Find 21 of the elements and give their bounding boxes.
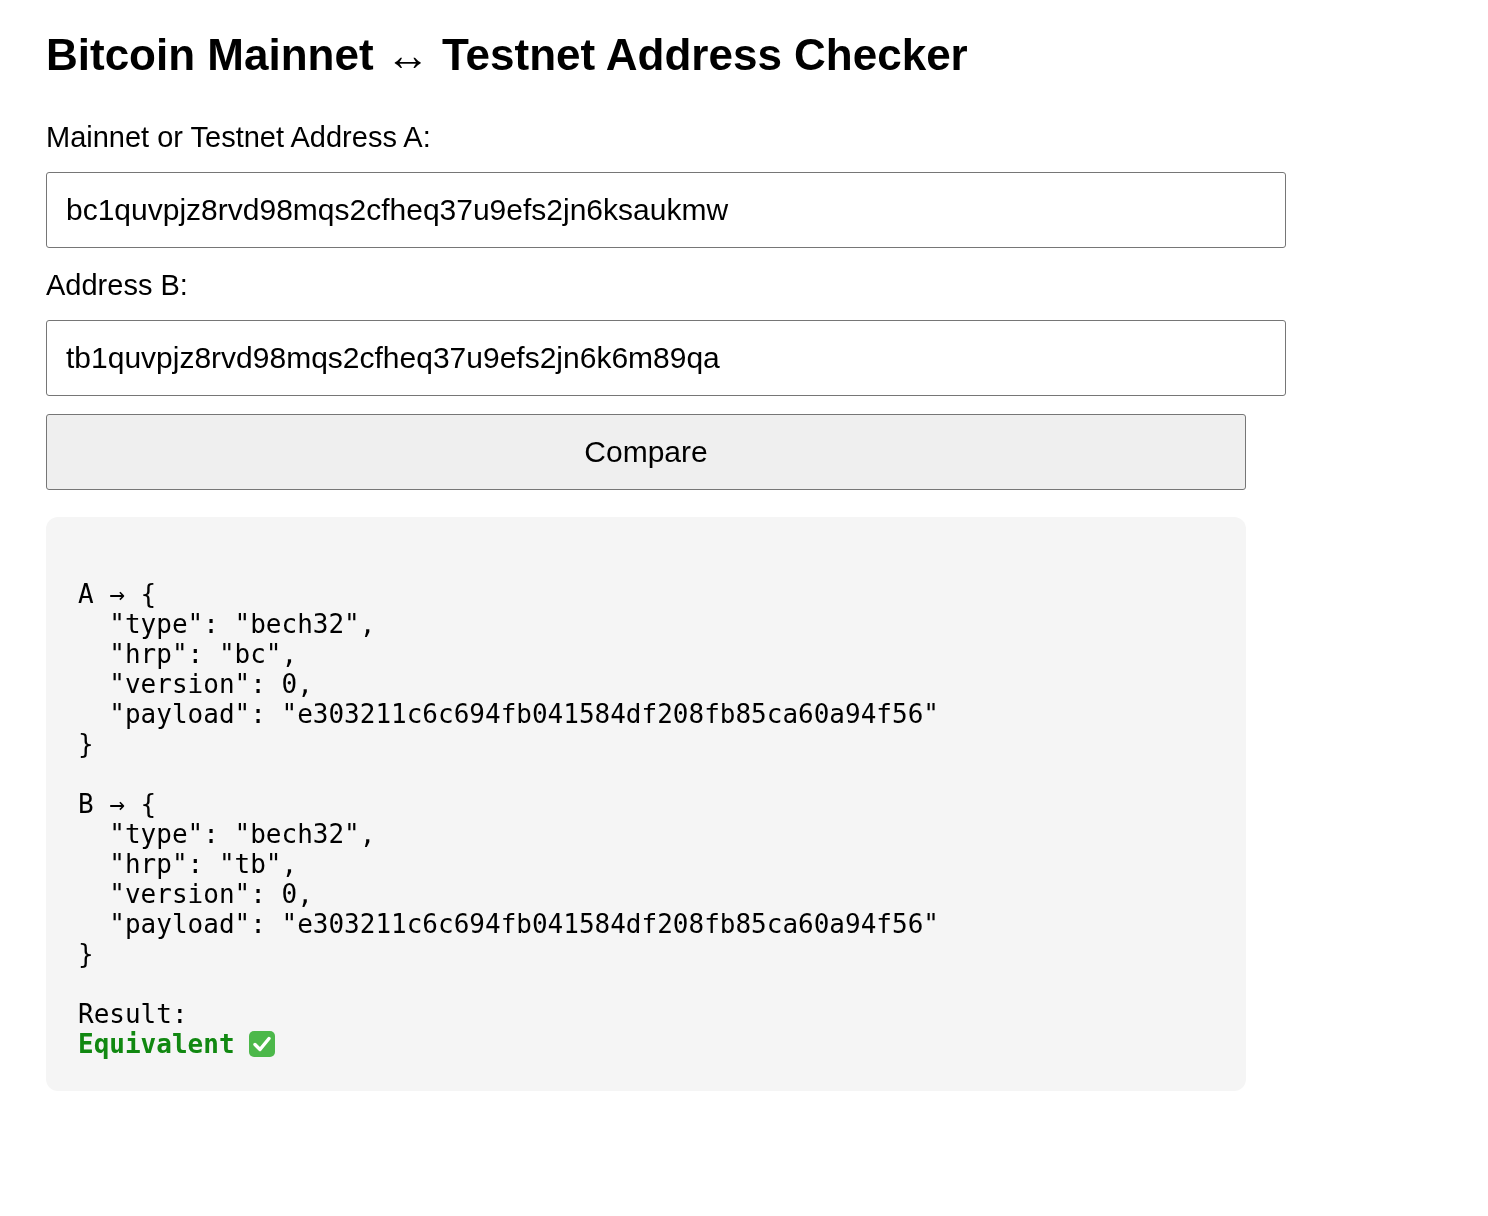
check-icon xyxy=(248,1031,275,1057)
code-line: "payload": "e303211c6c694fb041584df208fb85ca60a94f56" xyxy=(108,909,939,939)
code-line: "version": 0, xyxy=(108,879,313,909)
code-line: "version": 0, xyxy=(108,669,313,699)
code-line: "type": "bech32", xyxy=(108,819,376,849)
result-text: Equivalent xyxy=(78,1029,235,1059)
address-field[interactable]: bc1quvpjz8rvd98mqs2cfheq37u9efs2jn6ksaukmw xyxy=(46,172,1286,248)
code-line: B → { xyxy=(78,789,157,819)
address-field[interactable]: tb1quvpjz8rvd98mqs2cfheq37u9efs2jn6k6m89qa xyxy=(46,320,1286,396)
code-line: "payload": "e303211c6c694fb041584df208fb85ca60a94f56" xyxy=(108,699,939,729)
field-label: Mainnet or Testnet Address A: xyxy=(46,120,431,154)
code-line: "type": "bech32", xyxy=(108,609,376,639)
code-line: } xyxy=(78,729,94,759)
field-label: Address B: xyxy=(46,268,188,302)
code-line: A → { xyxy=(78,579,157,609)
page-title: Bitcoin Mainnet ↔ Testnet Address Checker xyxy=(46,30,968,80)
compare-button[interactable]: Compare xyxy=(46,414,1246,490)
code-line: } xyxy=(78,939,94,969)
code-line: "hrp": "tb", xyxy=(108,849,298,879)
result-label: Result: xyxy=(78,999,188,1029)
code-line: "hrp": "bc", xyxy=(108,639,298,669)
